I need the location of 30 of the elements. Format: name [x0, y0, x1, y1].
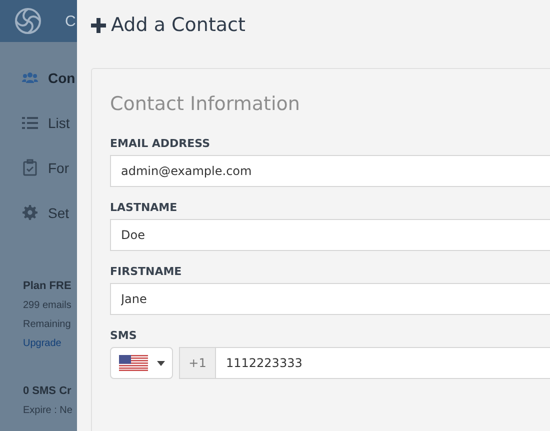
- upgrade-link[interactable]: Upgrade: [23, 338, 77, 349]
- sidebar-item[interactable]: For: [0, 145, 77, 190]
- country-dropdown[interactable]: [110, 347, 173, 379]
- panel-title: Add a Contact: [111, 14, 246, 36]
- plus-icon: [91, 18, 106, 32]
- phone-input[interactable]: 1112223333: [216, 347, 550, 379]
- input-field[interactable]: admin@example.com: [110, 155, 550, 187]
- logo-icon: [13, 6, 43, 36]
- sidebar-item[interactable]: Set: [0, 190, 77, 235]
- app-name: C: [65, 12, 76, 30]
- sidebar-item[interactable]: Con: [0, 55, 77, 100]
- clipboard-icon: [22, 159, 38, 176]
- list-icon: [22, 116, 38, 130]
- dial-code: +1: [179, 347, 216, 379]
- field-label: EMAIL ADDRESS: [110, 137, 212, 150]
- field-label: FIRSTNAME: [110, 265, 183, 278]
- field-label: SMS: [110, 329, 138, 342]
- input-field[interactable]: Doe: [110, 219, 550, 251]
- caret-icon: [156, 360, 164, 366]
- users-icon: [22, 72, 38, 84]
- emails-count: 299 emails: [23, 300, 72, 311]
- settings-icon: [22, 205, 38, 220]
- section-title: Contact Information: [110, 93, 301, 115]
- field-label: LASTNAME: [110, 201, 178, 214]
- plan-title: Plan FRE: [23, 280, 72, 292]
- remaining-label: Remaining: [23, 319, 72, 330]
- sms-credits-title: 0 SMS Cr: [23, 385, 72, 397]
- flag-icon: [118, 355, 148, 371]
- expire-label: Expire : Ne: [23, 405, 74, 416]
- sidebar-item[interactable]: List: [0, 100, 77, 145]
